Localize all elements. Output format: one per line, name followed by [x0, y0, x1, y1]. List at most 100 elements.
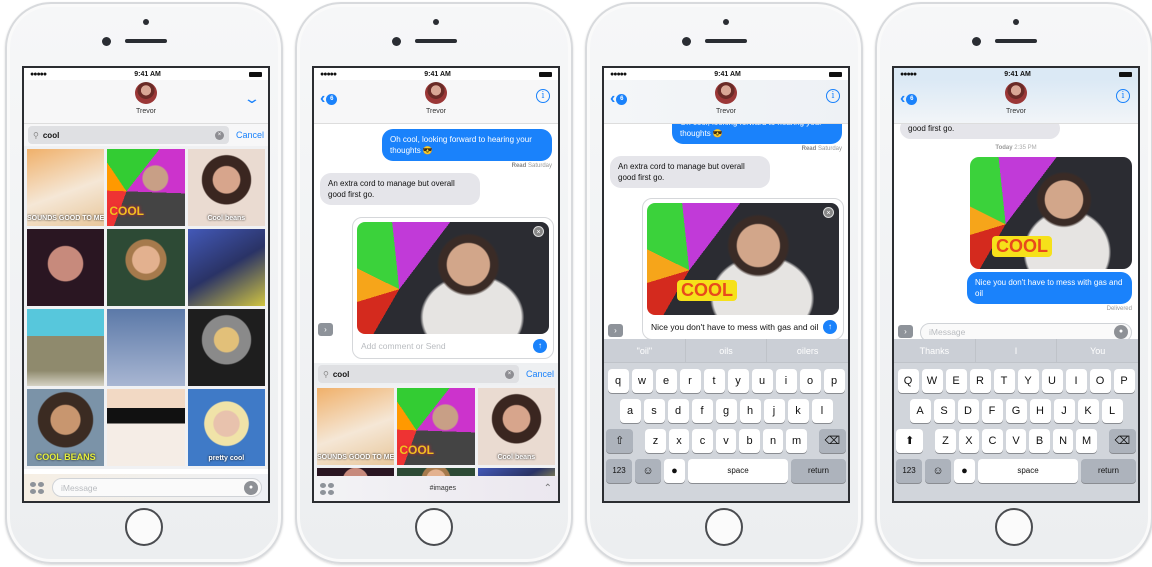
- key-i[interactable]: i: [775, 369, 797, 393]
- message-bubble-incoming[interactable]: An extra cord to manage but overall good…: [610, 156, 770, 188]
- key-j[interactable]: j: [763, 399, 785, 423]
- cancel-button[interactable]: Cancel: [526, 369, 554, 379]
- gif-tile[interactable]: [107, 389, 185, 466]
- suggestion[interactable]: oils: [686, 339, 768, 362]
- key-k[interactable]: k: [787, 399, 809, 423]
- key-u[interactable]: u: [751, 369, 773, 393]
- key-u[interactable]: U: [1041, 369, 1063, 393]
- key-y[interactable]: Y: [1017, 369, 1039, 393]
- key-c[interactable]: C: [982, 429, 1003, 453]
- suggestion[interactable]: "oil": [604, 339, 686, 362]
- suggestion[interactable]: oilers: [767, 339, 848, 362]
- key-h[interactable]: h: [739, 399, 761, 423]
- key-r[interactable]: r: [679, 369, 701, 393]
- microphone-icon[interactable]: ●: [1114, 325, 1128, 339]
- message-input[interactable]: iMessage ●: [52, 478, 262, 497]
- key-d[interactable]: d: [667, 399, 689, 423]
- info-icon[interactable]: i: [536, 89, 550, 103]
- gif-tile[interactable]: [187, 229, 265, 306]
- key-s[interactable]: s: [643, 399, 665, 423]
- numbers-key[interactable]: 123: [896, 459, 922, 483]
- shift-key[interactable]: ⬆: [896, 429, 924, 453]
- key-x[interactable]: X: [958, 429, 980, 453]
- contact-name[interactable]: Trevor: [604, 108, 848, 115]
- gif-search-input[interactable]: ⚲ cool ×: [318, 365, 519, 383]
- key-z[interactable]: Z: [935, 429, 956, 453]
- message-bubble-incoming[interactable]: An extra cord to manage but overall good…: [320, 173, 480, 205]
- key-p[interactable]: p: [823, 369, 845, 393]
- gif-tile[interactable]: SOUNDS GOOD TO ME: [27, 149, 105, 226]
- home-button[interactable]: [415, 508, 453, 546]
- key-s[interactable]: S: [933, 399, 955, 423]
- gif-tile[interactable]: Cool beans: [477, 388, 555, 465]
- contact-avatar[interactable]: [135, 82, 157, 104]
- gif-attachment[interactable]: COOL ×: [647, 203, 839, 315]
- key-q[interactable]: q: [607, 369, 629, 393]
- remove-attachment-icon[interactable]: ×: [823, 207, 834, 218]
- key-w[interactable]: w: [631, 369, 653, 393]
- expand-chevron-icon[interactable]: ›: [318, 323, 333, 336]
- key-o[interactable]: O: [1089, 369, 1111, 393]
- compose-field[interactable]: × Add comment or Send ↑: [352, 217, 554, 359]
- gif-tile[interactable]: COOL BEANS: [27, 389, 105, 466]
- sent-gif[interactable]: COOL: [970, 157, 1132, 269]
- key-l[interactable]: l: [811, 399, 833, 423]
- chevron-down-icon[interactable]: ⌄: [243, 90, 261, 107]
- home-button[interactable]: [995, 508, 1033, 546]
- key-q[interactable]: Q: [897, 369, 919, 393]
- gif-tile[interactable]: pretty cool: [187, 389, 265, 466]
- key-z[interactable]: z: [645, 429, 666, 453]
- gif-tile[interactable]: [27, 229, 105, 306]
- home-button[interactable]: [705, 508, 743, 546]
- gif-tile[interactable]: [27, 309, 105, 386]
- key-x[interactable]: x: [668, 429, 690, 453]
- gif-tile[interactable]: SOUNDS GOOD TO ME: [317, 388, 395, 465]
- key-e[interactable]: E: [945, 369, 967, 393]
- key-g[interactable]: g: [715, 399, 737, 423]
- key-a[interactable]: a: [619, 399, 641, 423]
- key-p[interactable]: P: [1113, 369, 1135, 393]
- return-key[interactable]: return: [1081, 459, 1136, 483]
- return-key[interactable]: return: [791, 459, 846, 483]
- numbers-key[interactable]: 123: [606, 459, 632, 483]
- gif-tile[interactable]: COOL: [107, 149, 185, 226]
- key-c[interactable]: c: [692, 429, 713, 453]
- emoji-key[interactable]: ☺: [635, 459, 661, 483]
- key-m[interactable]: m: [786, 429, 807, 453]
- contact-avatar[interactable]: [1005, 82, 1027, 104]
- key-t[interactable]: T: [993, 369, 1015, 393]
- gif-tile[interactable]: Cool beans: [187, 149, 265, 226]
- message-bubble-outgoing[interactable]: Oh cool, looking forward to hearing your…: [382, 129, 552, 161]
- back-button[interactable]: ‹ 6: [320, 90, 338, 108]
- suggestion[interactable]: Thanks: [894, 339, 976, 362]
- home-button[interactable]: [125, 508, 163, 546]
- shift-key[interactable]: ⇧: [606, 429, 634, 453]
- info-icon[interactable]: i: [826, 89, 840, 103]
- key-y[interactable]: y: [727, 369, 749, 393]
- info-icon[interactable]: i: [1116, 89, 1130, 103]
- dictation-key[interactable]: ●: [954, 459, 975, 483]
- cancel-button[interactable]: Cancel: [236, 130, 264, 140]
- suggestion[interactable]: You: [1057, 339, 1138, 362]
- key-d[interactable]: D: [957, 399, 979, 423]
- send-arrow-icon[interactable]: ↑: [823, 320, 837, 334]
- key-v[interactable]: v: [715, 429, 737, 453]
- back-button[interactable]: ‹ 6: [900, 90, 918, 108]
- gif-tile[interactable]: [107, 309, 185, 386]
- gif-search-input[interactable]: ⚲ cool ×: [28, 126, 229, 144]
- contact-avatar[interactable]: [425, 82, 447, 104]
- space-key[interactable]: space: [688, 459, 788, 483]
- gif-tile[interactable]: COOL: [397, 388, 475, 465]
- suggestion[interactable]: I: [976, 339, 1058, 362]
- space-key[interactable]: space: [978, 459, 1078, 483]
- gif-attachment[interactable]: ×: [357, 222, 549, 334]
- chevron-up-icon[interactable]: ⌃: [544, 483, 552, 494]
- app-drawer-icon[interactable]: [30, 481, 44, 494]
- key-e[interactable]: e: [655, 369, 677, 393]
- contact-name[interactable]: Trevor: [24, 108, 268, 115]
- key-v[interactable]: V: [1005, 429, 1027, 453]
- contact-avatar[interactable]: [715, 82, 737, 104]
- key-k[interactable]: K: [1077, 399, 1099, 423]
- key-f[interactable]: f: [691, 399, 713, 423]
- key-w[interactable]: W: [921, 369, 943, 393]
